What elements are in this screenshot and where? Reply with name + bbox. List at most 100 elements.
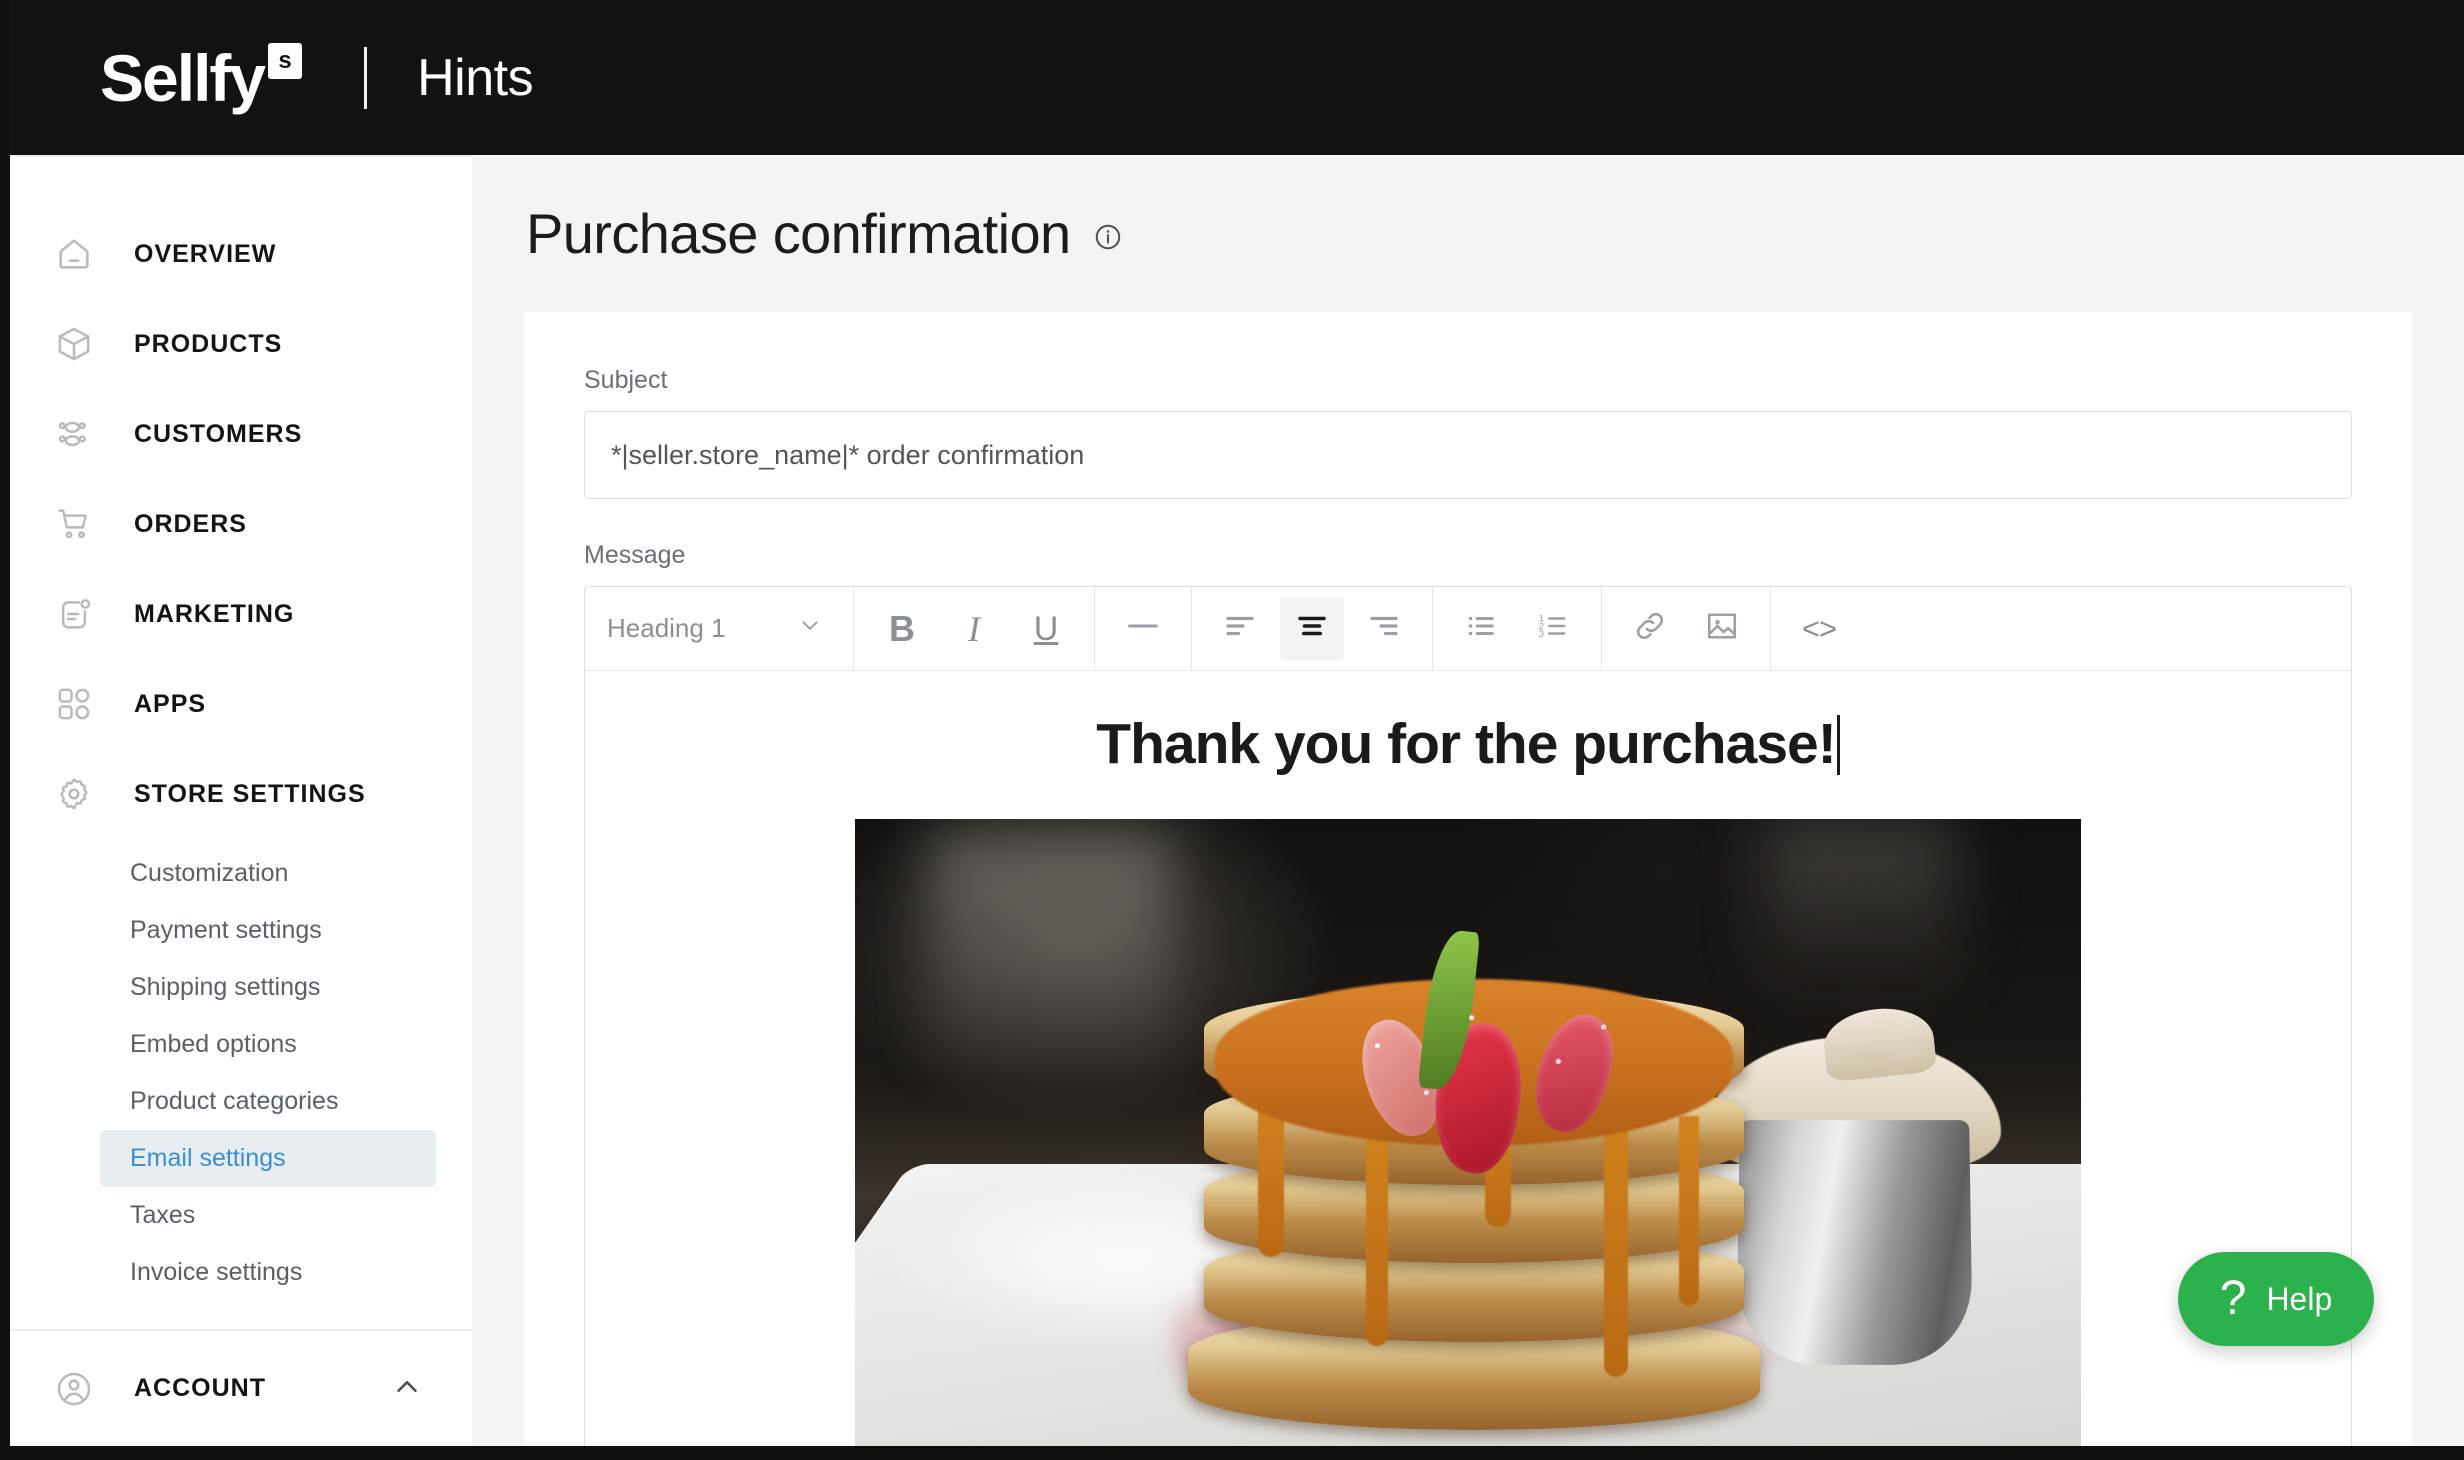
sidebar-item-label: CUSTOMERS [134,419,303,448]
page-header: Purchase confirmation [472,155,2464,266]
sidebar-item-apps[interactable]: APPS [10,659,472,749]
powdered-sugar [1301,998,1680,1156]
box-icon [52,322,96,366]
brand-name: Sellfy [100,40,266,115]
editor-heading-text: Thank you for the purchase! [1096,712,1836,776]
link-icon [1632,608,1668,649]
sidebar-item-marketing[interactable]: MARKETING [10,569,472,659]
sidebar-subitem-email-settings[interactable]: Email settings [100,1130,436,1187]
sidebar-item-account[interactable]: ACCOUNT [10,1331,472,1446]
underline-button[interactable]: U [1014,598,1078,660]
toolbar-group-rule [1095,587,1192,670]
subitem-label: Shipping settings [130,973,321,1001]
align-left-icon [1222,608,1258,649]
align-right-icon [1366,608,1402,649]
subitem-label: Customization [130,859,289,887]
sidebar-item-label: ORDERS [134,509,247,538]
sidebar-subitem-product-categories[interactable]: Product categories [100,1073,436,1130]
chevron-down-icon [797,612,823,645]
sidebar-item-store-settings[interactable]: STORE SETTINGS [10,749,472,839]
toolbar-group-format: Heading 1 [585,587,854,670]
subitem-label: Embed options [130,1030,297,1058]
code-button[interactable]: <> [1787,598,1851,660]
brand-badge-icon: s [268,42,303,79]
sidebar-subitem-shipping-settings[interactable]: Shipping settings [100,959,436,1016]
main-content: Purchase confirmation Subject Message He… [472,155,2464,1446]
editor-heading-line[interactable]: Thank you for the purchase! [585,711,2351,777]
photo-bokeh-left [928,832,1174,1064]
align-center-button[interactable] [1280,597,1344,660]
subitem-label: Invoice settings [130,1258,303,1286]
toolbar-group-lists: 1 2 3 [1433,587,1602,670]
help-button[interactable]: ? Help [2178,1252,2374,1346]
toolbar-group-insert [1602,587,1771,670]
bullet-list-button[interactable] [1449,598,1513,660]
subitem-label: Product categories [130,1087,339,1115]
subitem-label: Email settings [130,1144,286,1172]
rich-text-editor: Heading 1 B I U 1 2 3 <> Thank you for t… [584,586,2352,1446]
store-settings-submenu: Customization Payment settings Shipping … [10,839,472,1301]
sidebar-item-customers[interactable]: CUSTOMERS [10,389,472,479]
sidebar-item-orders[interactable]: ORDERS [10,479,472,569]
bullet-list-icon [1463,608,1499,649]
sidebar-subitem-customization[interactable]: Customization [100,845,436,902]
apps-grid-icon [52,682,96,726]
message-label: Message [584,541,686,569]
sidebar-item-label: OVERVIEW [134,239,277,268]
app-window: Sellfy s Hints OVERVIEW PRODUCTS CUSTOME… [0,0,2464,1460]
text-caret [1836,715,1840,775]
sidebar-subitem-taxes[interactable]: Taxes [100,1187,436,1244]
help-button-label: Help [2266,1280,2333,1317]
sidebar-item-products[interactable]: PRODUCTS [10,299,472,389]
sidebar: OVERVIEW PRODUCTS CUSTOMERS ORDERS MARKE… [10,155,472,1446]
bold-glyph: B [889,607,915,649]
photo-bokeh-right [1762,819,1959,996]
user-circle-icon [52,1367,96,1411]
underline-glyph: U [1033,609,1059,648]
pancake-stack-photo[interactable] [855,819,2081,1446]
block-format-select[interactable]: Heading 1 [597,587,841,670]
sidebar-item-label: PRODUCTS [134,329,283,358]
email-template-card: Subject Message Heading 1 [524,312,2412,1446]
svg-text:3: 3 [1539,629,1544,640]
horizontal-rule-icon [1123,606,1163,651]
question-mark-icon: ? [2219,1272,2247,1325]
subitem-label: Payment settings [130,916,322,944]
image-button[interactable] [1690,598,1754,660]
sidebar-item-overview[interactable]: OVERVIEW [10,209,472,299]
align-left-button[interactable] [1208,598,1272,660]
toolbar-group-code: <> [1771,587,1867,670]
italic-button[interactable]: I [942,598,1006,660]
editor-toolbar: Heading 1 B I U 1 2 3 <> [585,587,2351,671]
align-center-icon [1294,608,1330,649]
cart-icon [52,502,96,546]
megaphone-icon [52,592,96,636]
sidebar-subitem-embed-options[interactable]: Embed options [100,1016,436,1073]
horizontal-rule-button[interactable] [1111,598,1175,660]
info-icon[interactable] [1093,222,1123,257]
header-section-title: Hints [417,48,534,107]
numbered-list-button[interactable]: 1 2 3 [1521,598,1585,660]
sidebar-nav: OVERVIEW PRODUCTS CUSTOMERS ORDERS MARKE… [10,157,472,1301]
sidebar-subitem-invoice-settings[interactable]: Invoice settings [100,1244,436,1301]
subitem-label: Taxes [130,1201,196,1229]
numbered-list-icon: 1 2 3 [1535,608,1571,649]
align-right-button[interactable] [1352,598,1416,660]
editor-content-area[interactable]: Thank you for the purchase! [585,671,2351,1446]
pancake-stack [1188,928,1761,1446]
subject-input[interactable] [584,411,2352,499]
sidebar-item-label: MARKETING [134,599,295,628]
home-icon [52,232,96,276]
page-title: Purchase confirmation [526,202,1071,265]
metal-cup [1735,1120,1973,1365]
toolbar-group-align [1192,587,1433,670]
sellfy-logo[interactable]: Sellfy s [100,40,303,115]
toolbar-group-typography: B I U [854,587,1095,670]
sidebar-subitem-payment-settings[interactable]: Payment settings [100,902,436,959]
caramel-drip [1679,1116,1700,1307]
bold-button[interactable]: B [870,598,934,660]
chevron-up-icon[interactable] [390,1369,424,1408]
sidebar-footer: ACCOUNT [10,1329,472,1446]
link-button[interactable] [1618,598,1682,660]
header-divider [364,46,368,109]
